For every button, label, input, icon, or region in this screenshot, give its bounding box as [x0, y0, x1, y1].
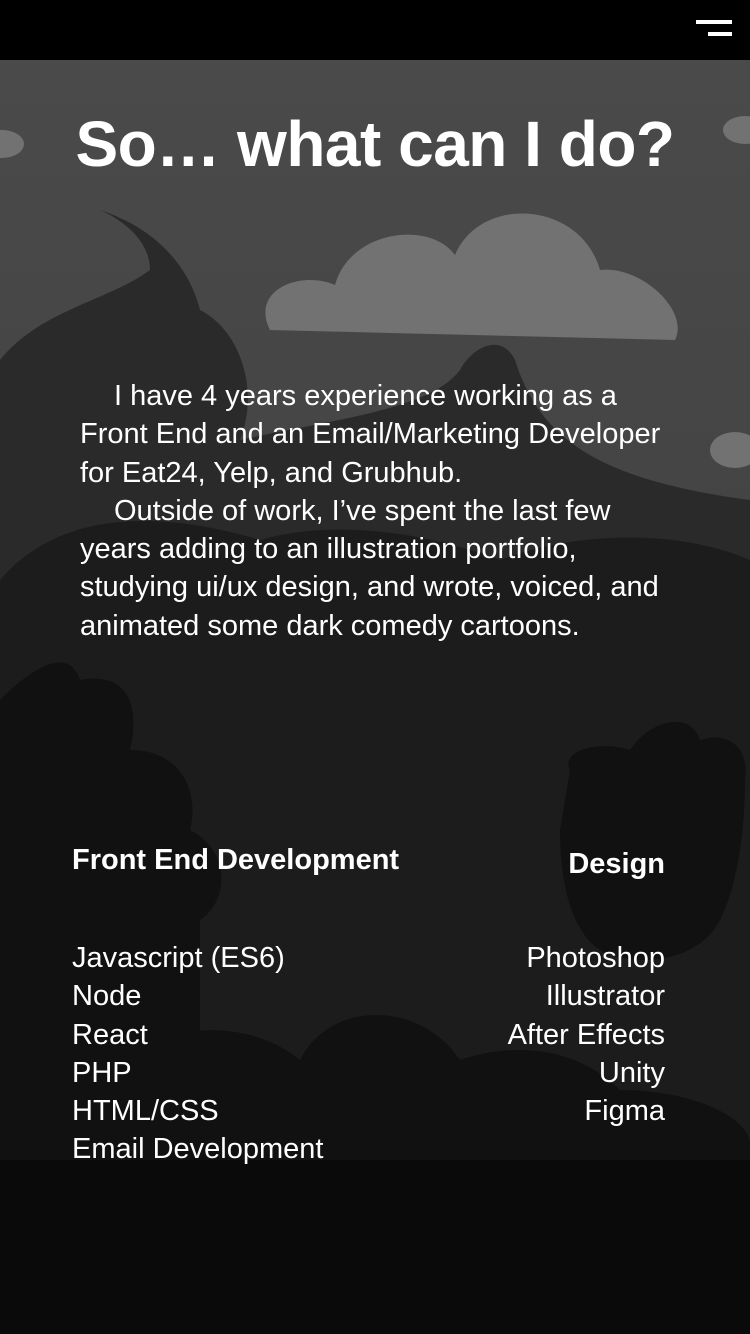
skill-item: Photoshop — [526, 942, 665, 974]
skill-item: HTML/CSS — [72, 1095, 219, 1128]
bio: I have 4 years experience working as a F… — [80, 377, 670, 645]
design-heading: Design — [568, 848, 665, 880]
skill-item: Figma — [584, 1095, 665, 1128]
design-skill-list: Photoshop Illustrator After Effects Unit… — [508, 939, 665, 1130]
front-end-heading: Front End Development — [72, 844, 400, 876]
skill-item: Node — [72, 980, 142, 1013]
skill-item: Illustrator — [545, 980, 665, 1013]
skill-item: React — [72, 1018, 148, 1051]
page-title: So… what can I do? — [75, 108, 675, 180]
skill-item: Unity — [598, 1056, 665, 1089]
bio-paragraph-work: I have 4 years experience working as a F… — [80, 380, 661, 489]
menu-icon-bar-top — [696, 20, 732, 24]
top-bar — [0, 0, 750, 60]
skill-item: Javascript (ES6) — [72, 942, 285, 974]
menu-icon[interactable] — [696, 18, 732, 42]
skill-item: After Effects — [507, 1018, 665, 1051]
front-end-skill-list: Javascript (ES6) Node React PHP HTML/CSS… — [72, 939, 323, 1169]
menu-icon-bar-bottom — [708, 32, 732, 36]
skill-item: PHP — [72, 1056, 132, 1089]
bio-paragraph-personal: Outside of work, I’ve spent the last few… — [80, 494, 659, 642]
skill-item: Email Development — [72, 1133, 324, 1166]
content: So… what can I do? I have 4 years experi… — [0, 0, 750, 1334]
